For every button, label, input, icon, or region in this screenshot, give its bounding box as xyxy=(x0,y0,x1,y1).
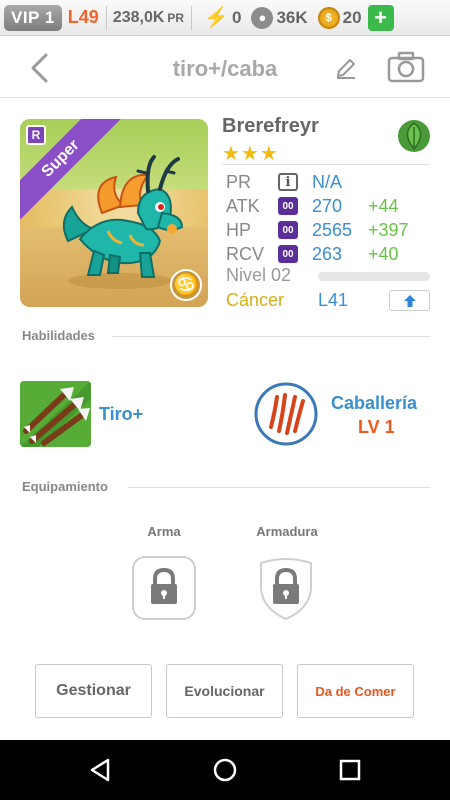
stat-row-pr: PR i N/A xyxy=(226,170,368,194)
manage-button[interactable]: Gestionar xyxy=(35,664,152,718)
info-icon[interactable]: i xyxy=(278,173,298,191)
paw-counter: ● 36K xyxy=(251,6,308,29)
energy-counter: ⚡ 0 xyxy=(204,5,241,30)
armor-label: Armadura xyxy=(256,524,318,539)
level-up-button[interactable] xyxy=(389,290,430,311)
stat-badge-icon: 00 xyxy=(278,197,298,215)
evolve-button[interactable]: Evolucionar xyxy=(166,664,283,718)
divider xyxy=(191,5,193,30)
page-title[interactable]: tiro+/caba xyxy=(0,56,450,82)
zodiac-sign: Cáncer xyxy=(226,290,285,310)
section-divider xyxy=(128,487,430,488)
system-navigation-bar xyxy=(0,740,450,800)
stat-label: ATK xyxy=(226,195,260,216)
stat-bonus: +40 xyxy=(368,243,399,264)
claw-slash-icon[interactable] xyxy=(253,381,319,447)
max-level: L41 xyxy=(318,290,349,310)
vip-badge[interactable]: VIP 1 xyxy=(4,4,62,31)
arrows-icon xyxy=(20,381,91,447)
coin-icon: $ xyxy=(317,6,340,29)
stat-value: 270 xyxy=(312,195,343,216)
stat-bonus: +397 xyxy=(368,219,409,240)
pet-portrait[interactable]: Super R ♋ xyxy=(20,119,208,307)
feed-button[interactable]: Da de Comer xyxy=(297,664,414,718)
stat-label: PR xyxy=(226,171,252,192)
xp-progress-bar xyxy=(318,272,430,281)
stat-row-atk: ATK 00 270 +44 xyxy=(226,194,399,218)
stat-value: 2565 xyxy=(312,219,353,240)
power-rating: 238,0K PR xyxy=(113,9,184,27)
paw-icon: ● xyxy=(251,6,274,29)
nav-recents-icon[interactable] xyxy=(339,759,361,781)
nav-home-icon[interactable] xyxy=(212,757,238,783)
stat-label: HP xyxy=(226,219,252,240)
weapon-label: Arma xyxy=(147,524,181,539)
info-divider xyxy=(222,164,430,165)
player-level: L49 xyxy=(67,7,99,27)
star-rating: ★★★ xyxy=(222,143,279,165)
stat-badge-icon: 00 xyxy=(278,245,298,263)
status-bar: VIP 1 L49 238,0K PR ⚡ 0 ● 36K $ 20 + xyxy=(0,0,450,36)
weapon-slot[interactable] xyxy=(131,555,197,621)
paw-value: 36K xyxy=(276,7,308,27)
equipment-section-title: Equipamiento xyxy=(22,479,108,494)
add-currency-button[interactable]: + xyxy=(367,4,394,31)
skill-arrows-icon[interactable] xyxy=(20,381,91,447)
stat-badge-icon: 00 xyxy=(278,221,298,239)
arrow-up-icon xyxy=(403,294,416,307)
coin-counter: $ 20 xyxy=(317,6,362,29)
pencil-icon[interactable] xyxy=(334,56,358,80)
stat-value: N/A xyxy=(312,171,343,192)
stat-bonus: +44 xyxy=(368,195,399,216)
camera-icon[interactable] xyxy=(387,51,425,83)
abilities-section-title: Habilidades xyxy=(22,328,95,343)
skill-name[interactable]: Tiro+ xyxy=(99,404,143,425)
energy-value: 0 xyxy=(231,7,242,27)
section-divider xyxy=(112,336,430,337)
pet-name: Brerefreyr xyxy=(222,115,319,137)
power-value: 238,0K xyxy=(112,8,165,26)
coin-value: 20 xyxy=(342,7,362,27)
skill-name[interactable]: Caballería xyxy=(331,393,417,414)
lightning-icon: ⚡ xyxy=(204,7,229,29)
header: tiro+/caba xyxy=(0,36,450,98)
zodiac-cancer-icon: ♋ xyxy=(170,269,202,301)
stat-value: 263 xyxy=(312,243,343,264)
leaf-element-icon xyxy=(398,120,430,152)
armor-slot[interactable] xyxy=(253,555,319,621)
pet-level: Nivel 02 xyxy=(226,265,292,285)
rarity-letter: R xyxy=(26,125,46,145)
stat-row-rcv: RCV 00 263 +40 xyxy=(226,242,399,266)
power-unit: PR xyxy=(167,10,185,25)
nav-back-icon[interactable] xyxy=(88,757,112,783)
divider xyxy=(105,5,107,30)
stat-label: RCV xyxy=(226,243,265,264)
skill-level: LV 1 xyxy=(358,417,395,437)
stat-row-hp: HP 00 2565 +397 xyxy=(226,218,409,242)
